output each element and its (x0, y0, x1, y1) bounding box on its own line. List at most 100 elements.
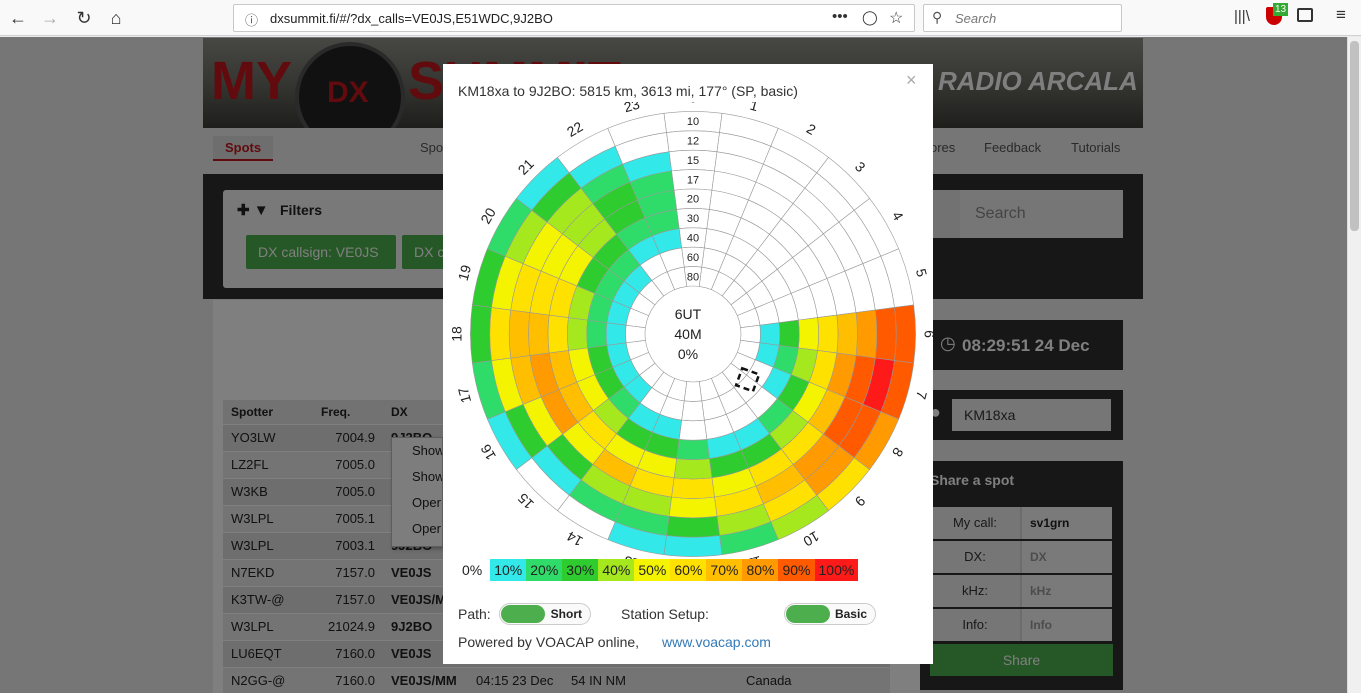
sidebar-toggle-icon[interactable] (1297, 8, 1313, 22)
hour-label: 22 (564, 118, 586, 140)
hour-label: 16 (477, 441, 499, 463)
url-text: dxsummit.fi/#/?dx_calls=VE0JS,E51WDC,9J2… (270, 11, 553, 26)
reliability-cell (817, 314, 839, 354)
address-bar[interactable]: ⓘ dxsummit.fi/#/?dx_calls=VE0JS,E51WDC,9… (233, 4, 915, 32)
hour-label: 20 (477, 205, 499, 227)
reliability-cell (681, 400, 705, 422)
legend-entry: 20% (526, 559, 563, 581)
hour-label: 18 (448, 326, 464, 342)
reliability-cell (625, 324, 646, 344)
reliability-cell (836, 312, 858, 356)
legend-entry: 30% (562, 559, 599, 581)
reliability-cell (671, 477, 715, 499)
hour-label: 2 (804, 120, 819, 138)
center-label: 0% (678, 346, 698, 362)
hour-label: 17 (455, 385, 475, 404)
reliability-cell (668, 496, 718, 519)
path-toggle-value: Short (550, 607, 582, 621)
reliability-cell (508, 309, 531, 359)
ring-label: 20 (687, 194, 699, 206)
ring-label: 40 (687, 233, 699, 245)
legend-entry: 60% (670, 559, 707, 581)
legend-entry: 0% (458, 559, 491, 581)
ring-label: 17 (687, 174, 699, 186)
hour-label: 8 (889, 445, 907, 460)
reliability-cell (605, 322, 627, 346)
voacap-link[interactable]: www.voacap.com (662, 634, 771, 650)
browser-search-placeholder: Search (955, 11, 997, 26)
station-setup-toggle[interactable]: Basic (784, 603, 876, 625)
reliability-cell (678, 419, 708, 441)
home-icon[interactable]: ⌂ (104, 6, 128, 30)
hour-label: 19 (455, 263, 475, 282)
reliability-cell (740, 324, 761, 344)
path-toggle-knob (501, 605, 545, 623)
back-icon[interactable]: ← (6, 6, 30, 30)
info-icon[interactable]: ⓘ (245, 10, 258, 29)
path-label: Path: (458, 606, 491, 622)
hour-label: 1 (748, 102, 760, 114)
reliability-cell (663, 535, 723, 557)
reliability-cell (778, 319, 800, 349)
bookmark-star-icon[interactable]: ☆ (889, 8, 903, 28)
station-setup-label: Station Setup: (621, 606, 709, 622)
hour-label: 6 (922, 330, 933, 338)
legend-entry: 50% (634, 559, 671, 581)
reliability-cell (759, 322, 781, 346)
reliability-cell (567, 317, 589, 351)
page-scrollbar[interactable] (1347, 37, 1361, 693)
browser-search-field[interactable]: ⚲ Search (923, 4, 1122, 32)
hour-label: 14 (564, 528, 586, 550)
reload-icon[interactable]: ↻ (72, 6, 96, 30)
powered-by-text: Powered by VOACAP online, (458, 634, 640, 650)
pocket-icon[interactable]: ◯ (862, 9, 878, 26)
center-label: 40M (674, 326, 701, 342)
legend-entry: 10% (490, 559, 527, 581)
hour-label: 9 (852, 493, 869, 510)
station-toggle-value: Basic (834, 607, 867, 621)
scrollbar-thumb[interactable] (1350, 41, 1359, 231)
reliability-cell (470, 304, 492, 364)
browser-toolbar: ← → ↻ ⌂ ⓘ dxsummit.fi/#/?dx_calls=VE0JS,… (0, 0, 1361, 36)
path-toggle[interactable]: Short (499, 603, 591, 625)
reliability-cell (528, 312, 550, 356)
reliability-cell (547, 314, 569, 354)
library-icon[interactable]: |||\ (1234, 8, 1250, 25)
legend-entry: 40% (598, 559, 635, 581)
menu-icon[interactable]: ≡ (1336, 5, 1346, 25)
ring-label: 60 (687, 252, 699, 264)
hour-label: 5 (913, 267, 931, 279)
propagation-polar-chart: 1012151720304060800123456789101112131415… (448, 102, 933, 562)
hour-label: 3 (852, 158, 869, 175)
ring-label: 30 (687, 213, 699, 225)
close-icon[interactable]: × (906, 70, 917, 91)
legend-entry: 90% (778, 559, 815, 581)
reliability-cell (894, 304, 916, 364)
legend-entry: 80% (742, 559, 779, 581)
station-toggle-knob (786, 605, 830, 623)
forward-icon[interactable]: → (38, 6, 62, 30)
reliability-legend: 0% 10% 20% 30% 40% 50% 60% 70% 80% 90% 100% (458, 559, 859, 581)
reliability-cell (489, 307, 512, 361)
center-label: 6UT (675, 306, 702, 322)
hour-label: 15 (514, 490, 536, 512)
ublock-badge: 13 (1273, 3, 1289, 16)
ring-label: 80 (687, 271, 699, 283)
hour-label: 23 (622, 102, 641, 115)
reliability-cell (666, 515, 720, 538)
ring-label: 12 (687, 136, 699, 148)
search-icon: ⚲ (932, 9, 943, 25)
propagation-modal: KM18xa to 9J2BO: 5815 km, 3613 mi, 177° … (443, 64, 933, 664)
hour-label: 4 (889, 208, 907, 223)
modal-title: KM18xa to 9J2BO: 5815 km, 3613 mi, 177° … (458, 83, 798, 99)
hour-label: 10 (800, 528, 822, 550)
reliability-cell (586, 319, 608, 349)
reliability-cell (673, 458, 713, 480)
ring-label: 15 (687, 155, 699, 167)
reliability-cell (855, 309, 878, 359)
hour-label: 7 (913, 389, 931, 401)
reliability-cell (676, 438, 710, 460)
legend-entry: 100% (814, 559, 859, 581)
page-actions-icon[interactable]: ••• (832, 8, 848, 25)
hour-label: 0 (689, 102, 697, 105)
